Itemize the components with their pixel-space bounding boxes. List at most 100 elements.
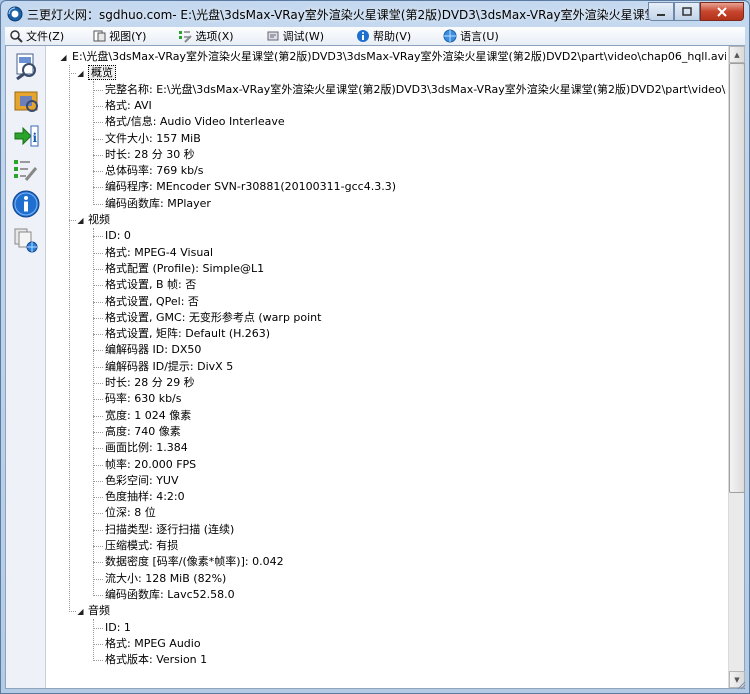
tree-connector: [93, 513, 103, 515]
tree-leaf[interactable]: 格式配置 (Profile): Simple@L1: [105, 261, 264, 277]
tree-leaf[interactable]: 色度抽样: 4:2:0: [105, 489, 185, 505]
tree-leaf[interactable]: 画面比例: 1.384: [105, 440, 188, 456]
root-expander-icon[interactable]: ◢: [59, 53, 68, 62]
export-button[interactable]: i: [10, 120, 42, 152]
tree-connector: [93, 594, 103, 596]
tree-leaf[interactable]: 总体码率: 769 kb/s: [105, 163, 203, 179]
tree-leaf[interactable]: 格式: AVI: [105, 98, 152, 114]
tree-leaf[interactable]: 格式: MPEG-4 Visual: [105, 245, 213, 261]
section-expander-icon[interactable]: ◢: [76, 69, 85, 78]
tree-leaf[interactable]: 色彩空间: YUV: [105, 473, 179, 489]
open-folder-icon: [14, 91, 38, 112]
tree-connector: [93, 562, 103, 564]
tree-connector: [93, 228, 94, 596]
menu-view[interactable]: 视图(Y): [88, 27, 152, 45]
maximize-button[interactable]: [674, 2, 700, 21]
tree-leaf-label: 宽度: 1 024 像素: [105, 408, 192, 422]
tree-connector: [93, 660, 103, 662]
tree-leaf[interactable]: 格式: MPEG Audio: [105, 636, 201, 652]
menu-options[interactable]: 选项(X): [174, 27, 239, 45]
tree-leaf[interactable]: 格式设置, 矩阵: Default (H.263): [105, 326, 270, 342]
tree-connector: [93, 529, 103, 531]
tree-connector: [93, 187, 103, 189]
options-icon: [178, 29, 195, 43]
help-icon: [356, 29, 373, 43]
tree-connector: [93, 480, 103, 482]
menu-help[interactable]: 帮助(V): [352, 27, 417, 45]
tree-leaf[interactable]: 编解码器 ID: DX50: [105, 342, 201, 358]
tree-leaf[interactable]: 文件大小: 157 MiB: [105, 131, 201, 147]
tree-leaf[interactable]: 帧率: 20.000 FPS: [105, 457, 196, 473]
window-title: 三更灯火网：sgdhuo.com- E:\光盘\3dsMax-VRay室外渲染火…: [27, 8, 651, 22]
tree-connector: [93, 366, 103, 368]
tree-leaf[interactable]: 编解码器 ID/提示: DivX 5: [105, 359, 233, 375]
debug-icon: [266, 29, 283, 43]
tree-leaf[interactable]: 流大小: 128 MiB (82%): [105, 571, 226, 587]
menu-label: 语言(U): [460, 30, 499, 43]
tree-leaf[interactable]: 格式/信息: Audio Video Interleave: [105, 114, 285, 130]
tree-leaf[interactable]: 位深: 8 位: [105, 505, 156, 521]
app-window: 三更灯火网：sgdhuo.com- E:\光盘\3dsMax-VRay室外渲染火…: [0, 0, 750, 694]
tree-leaf[interactable]: 压缩模式: 有损: [105, 538, 178, 554]
tree-leaf-label: ID: 0: [105, 229, 131, 243]
tree-leaf[interactable]: 格式设置, GMC: 无变形参考点 (warp point: [105, 310, 321, 326]
section-expander-icon[interactable]: ◢: [76, 607, 85, 616]
web-button[interactable]: [10, 224, 42, 256]
tree-leaf[interactable]: 时长: 28 分 30 秒: [105, 147, 195, 163]
tree-leaf[interactable]: 完整名称: E:\光盘\3dsMax-VRay室外渲染火星课堂(第2版)DVD3…: [105, 82, 726, 98]
tree-root[interactable]: E:\光盘\3dsMax-VRay室外渲染火星课堂(第2版)DVD3\3dsMa…: [72, 49, 726, 65]
tree-connector: [93, 464, 103, 466]
menu-language[interactable]: 语言(U): [439, 27, 505, 45]
scroll-up-button[interactable]: ▲: [729, 46, 745, 63]
menu-bar: 文件(Z) 视图(Y) 选项(X) 调试(W) 帮助(V) 语言(U): [5, 27, 745, 45]
tree-leaf-label: 格式版本: Version 1: [105, 653, 208, 667]
vertical-scrollbar[interactable]: ▲ ▼: [728, 46, 745, 688]
svg-text:i: i: [33, 131, 38, 145]
tree-leaf-label: 码率: 630 kb/s: [105, 392, 182, 406]
about-button[interactable]: [10, 188, 42, 220]
tree-leaf[interactable]: 高度: 740 像素: [105, 424, 181, 440]
tree-leaf[interactable]: 扫描类型: 逐行扫描 (连续): [105, 522, 234, 538]
tree-section[interactable]: 概览: [88, 65, 116, 81]
open-file-button[interactable]: [10, 50, 42, 82]
tree-leaf-label: 完整名称: E:\光盘\3dsMax-VRay室外渲染火星课堂(第2版)DVD3…: [105, 82, 726, 96]
tree-leaf-label: 格式: MPEG-4 Visual: [105, 245, 214, 259]
tree-leaf-label: 扫描类型: 逐行扫描 (连续): [105, 522, 235, 536]
tree-connector: [93, 619, 94, 662]
menu-debug[interactable]: 调试(W): [262, 27, 330, 45]
tree-connector: [93, 301, 103, 303]
menu-file[interactable]: 文件(Z): [5, 27, 70, 45]
tree-leaf[interactable]: ID: 0: [105, 228, 131, 244]
tree-leaf[interactable]: 编码函数库: Lavc52.58.0: [105, 587, 235, 603]
tree-leaf-label: 编码函数库: Lavc52.58.0: [105, 587, 235, 601]
tree-connector: [93, 383, 103, 384]
resize-grip-icon[interactable]: [736, 680, 746, 690]
tree-leaf[interactable]: 时长: 28 分 29 秒: [105, 375, 195, 391]
minimize-button[interactable]: [648, 2, 674, 21]
close-button[interactable]: [700, 2, 744, 21]
tree-leaf-label: ID: 1: [105, 620, 131, 634]
tree-leaf-label: 格式: MPEG Audio: [105, 636, 201, 650]
tree-leaf[interactable]: ID: 1: [105, 620, 131, 636]
tree-leaf[interactable]: 编码函数库: MPlayer: [105, 196, 211, 212]
tree-leaf[interactable]: 宽度: 1 024 像素: [105, 408, 191, 424]
tree-section[interactable]: 视频: [88, 212, 110, 228]
open-folder-button[interactable]: [10, 84, 42, 116]
tree-section[interactable]: 音频: [88, 603, 110, 619]
title-bar[interactable]: 三更灯火网：sgdhuo.com- E:\光盘\3dsMax-VRay室外渲染火…: [1, 1, 749, 27]
tree-leaf[interactable]: 码率: 630 kb/s: [105, 391, 181, 407]
tree-leaf[interactable]: 格式版本: Version 1: [105, 652, 207, 668]
tree-leaf[interactable]: 格式设置, QPel: 否: [105, 294, 199, 310]
tree-leaf[interactable]: 格式设置, B 帧: 否: [105, 277, 196, 293]
scroll-thumb[interactable]: [729, 63, 745, 493]
tree-leaf-label: 画面比例: 1.384: [105, 441, 188, 455]
web-icon: [14, 228, 38, 253]
language-icon: [443, 29, 460, 43]
tree-leaf[interactable]: 编码程序: MEncoder SVN-r30881(20100311-gcc4.…: [105, 179, 396, 195]
media-info-tree[interactable]: E:\光盘\3dsMax-VRay室外渲染火星课堂(第2版)DVD3\3dsMa…: [48, 46, 726, 688]
tree-leaf[interactable]: 数据密度 [码率/(像素*帧率)]: 0.042: [105, 554, 284, 570]
tree-leaf-label: 文件大小: 157 MiB: [105, 131, 201, 145]
tree-connector: [93, 203, 103, 205]
preferences-button[interactable]: [10, 154, 42, 186]
section-expander-icon[interactable]: ◢: [76, 216, 85, 225]
